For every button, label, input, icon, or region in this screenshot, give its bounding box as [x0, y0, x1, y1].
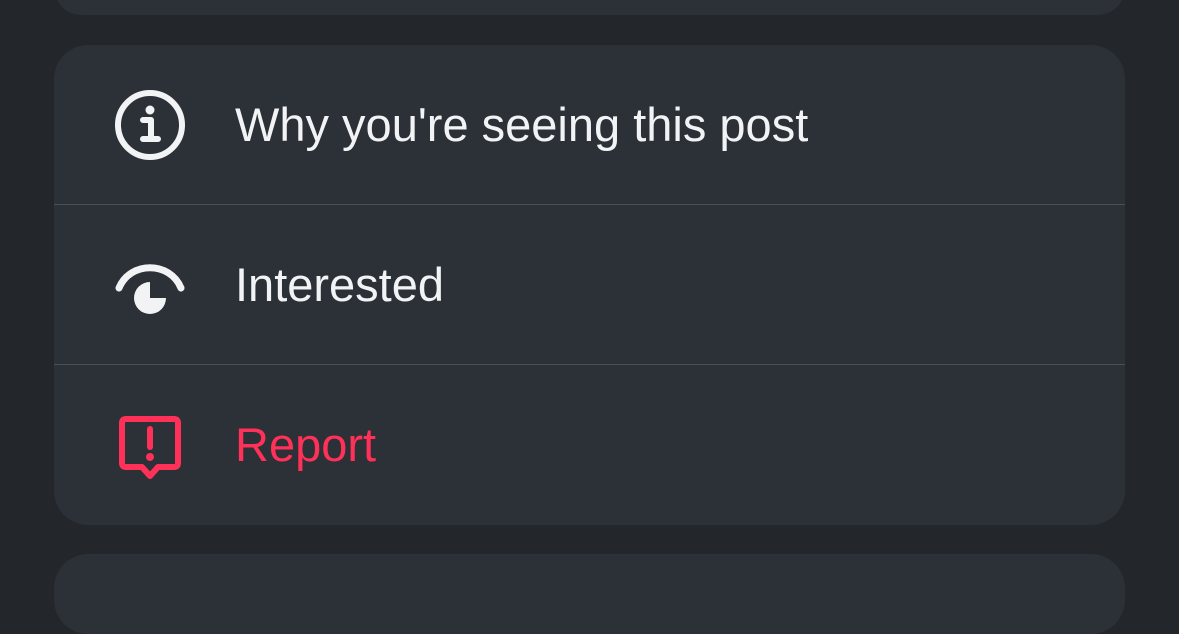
info-icon: [112, 87, 188, 163]
why-seeing-post-label: Why you're seeing this post: [235, 98, 809, 151]
post-options-menu: Why you're seeing this post Interested R…: [54, 45, 1125, 525]
report-icon: [112, 407, 188, 483]
interested-label: Interested: [235, 258, 445, 311]
interested-item[interactable]: Interested: [54, 205, 1125, 365]
next-menu-card: [54, 554, 1125, 634]
eye-icon: [112, 247, 188, 323]
report-label: Report: [235, 418, 377, 471]
report-item[interactable]: Report: [54, 365, 1125, 525]
previous-menu-card: [54, 0, 1125, 15]
why-seeing-post-item[interactable]: Why you're seeing this post: [54, 45, 1125, 205]
